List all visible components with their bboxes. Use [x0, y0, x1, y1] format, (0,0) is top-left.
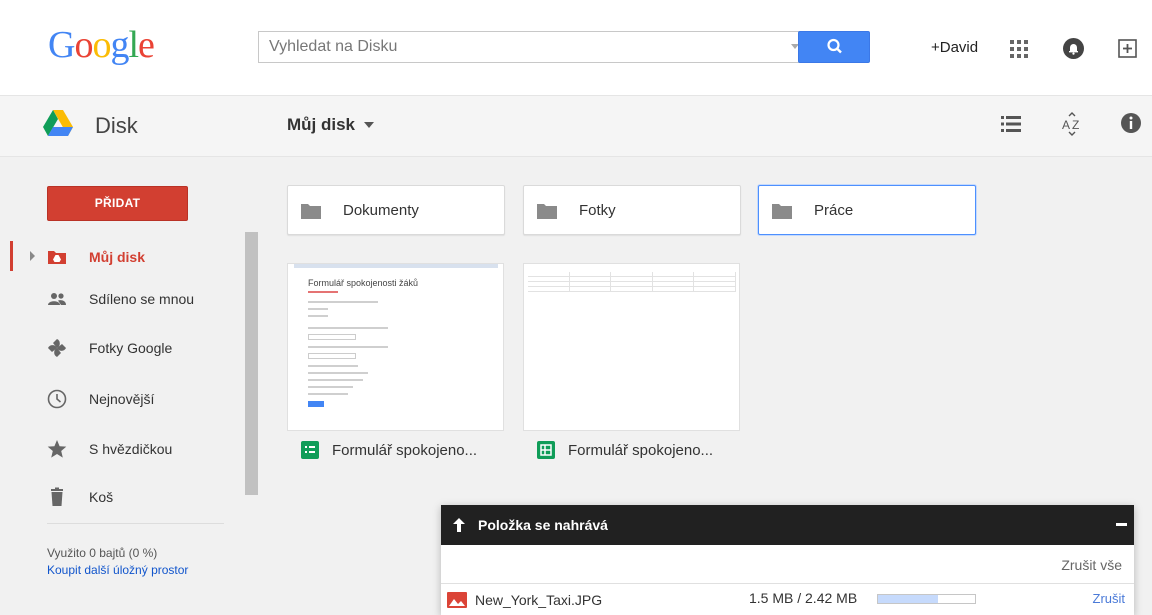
- sidebar-divider: [47, 523, 224, 524]
- sidebar-item-my-drive[interactable]: Můj disk: [0, 237, 245, 277]
- folder-icon: [537, 204, 557, 219]
- drive-toolbar: Disk Můj disk A Z: [0, 95, 1152, 157]
- cancel-all-button[interactable]: Zrušit vše: [1061, 557, 1122, 573]
- upload-title: Položka se nahrává: [478, 517, 608, 533]
- google-logo[interactable]: Google: [48, 23, 155, 67]
- folder-name: Fotky: [579, 202, 616, 219]
- drive-logo-icon[interactable]: [43, 110, 73, 137]
- sheets-icon: [537, 441, 555, 459]
- list-view-icon[interactable]: [1001, 116, 1021, 132]
- sidebar-item-label: Sdíleno se mnou: [89, 291, 195, 307]
- top-header: Google +David: [0, 0, 1152, 95]
- sidebar: PŘIDAT Můj disk Sdíleno se mnou Fotky Go…: [0, 157, 258, 615]
- share-icon[interactable]: [1118, 39, 1137, 58]
- sidebar-item-label: Můj disk: [89, 249, 146, 265]
- buy-storage-link[interactable]: Koupit další úložný prostor: [47, 563, 188, 577]
- folder-icon: [772, 204, 792, 219]
- logo-letter: o: [92, 24, 111, 66]
- folder-name: Práce: [814, 202, 854, 219]
- sidebar-item-recent[interactable]: Nejnovější: [0, 379, 245, 419]
- storage-usage: Využito 0 bajtů (0 %): [47, 546, 158, 560]
- folder-card[interactable]: Dokumenty: [287, 185, 505, 235]
- sidebar-item-label: Koš: [89, 489, 114, 505]
- folder-card[interactable]: Fotky: [523, 185, 741, 235]
- shared-icon: [48, 293, 66, 305]
- cancel-upload-button[interactable]: Zrušit: [1093, 591, 1126, 606]
- star-icon: [47, 440, 67, 458]
- upload-panel: Položka se nahrává Zrušit vše New_York_T…: [441, 505, 1134, 615]
- sidebar-item-photos[interactable]: Fotky Google: [0, 328, 245, 368]
- photos-icon: [48, 339, 66, 357]
- logo-letter: l: [128, 24, 139, 66]
- breadcrumb-my-drive[interactable]: Můj disk: [287, 115, 375, 135]
- file-label[interactable]: Formulář spokojeno...: [301, 438, 477, 462]
- search-input[interactable]: [259, 32, 779, 62]
- thumbnail-title: Formulář spokojenosti žáků: [308, 278, 419, 288]
- logo-letter: e: [138, 24, 155, 66]
- file-name: Formulář spokojeno...: [332, 441, 478, 459]
- upload-arrow-icon: [453, 518, 465, 532]
- logo-letter: G: [48, 24, 75, 66]
- folder-name: Dokumenty: [343, 202, 419, 219]
- file-label[interactable]: Formulář spokojeno...: [537, 438, 713, 462]
- search-button[interactable]: [798, 31, 870, 63]
- upload-file-size: 1.5 MB / 2.42 MB: [749, 590, 858, 606]
- search-box: [258, 31, 827, 63]
- file-thumbnail[interactable]: Formulář spokojenosti žáků: [287, 263, 504, 431]
- upload-progress-fill: [878, 595, 939, 603]
- sidebar-item-starred[interactable]: S hvězdičkou: [0, 429, 245, 469]
- logo-letter: o: [74, 24, 93, 66]
- info-icon[interactable]: [1120, 112, 1142, 134]
- my-drive-icon: [48, 251, 66, 264]
- upload-header[interactable]: Položka se nahrává: [441, 505, 1134, 545]
- sort-icon[interactable]: A Z: [1061, 112, 1083, 136]
- folder-icon: [301, 204, 321, 219]
- folder-card-selected[interactable]: Práce: [758, 185, 976, 235]
- app-title: Disk: [95, 113, 138, 138]
- file-thumbnail[interactable]: [523, 263, 740, 431]
- sidebar-item-label: S hvězdičkou: [89, 441, 173, 457]
- logo-letter: g: [110, 24, 129, 66]
- file-name: Formulář spokojeno...: [568, 441, 714, 459]
- upload-file-name: New_York_Taxi.JPG: [475, 592, 603, 608]
- forms-preview: Formulář spokojenosti žáků: [294, 264, 498, 428]
- upload-item: New_York_Taxi.JPG 1.5 MB / 2.42 MB Zruši…: [441, 585, 1134, 615]
- trash-icon: [51, 487, 63, 506]
- clock-icon: [47, 389, 67, 409]
- sheets-preview: [528, 272, 736, 300]
- notifications-icon[interactable]: [1063, 38, 1084, 59]
- search-icon: [827, 38, 842, 54]
- sidebar-item-shared[interactable]: Sdíleno se mnou: [0, 279, 245, 319]
- sidebar-item-label: Nejnovější: [89, 391, 155, 407]
- upload-progress-bar: [877, 594, 976, 604]
- add-button[interactable]: PŘIDAT: [47, 186, 188, 221]
- sidebar-item-trash[interactable]: Koš: [0, 477, 245, 517]
- image-file-icon: [447, 592, 467, 608]
- svg-text:Z: Z: [1072, 118, 1079, 132]
- sidebar-item-label: Fotky Google: [89, 340, 173, 356]
- user-name-link[interactable]: +David: [931, 39, 978, 56]
- minimize-icon[interactable]: [1116, 523, 1127, 526]
- upload-divider: [441, 583, 1134, 584]
- sidebar-scrollbar[interactable]: [245, 232, 258, 495]
- apps-icon[interactable]: [1010, 40, 1028, 58]
- forms-icon: [301, 441, 319, 459]
- chevron-down-icon: [364, 122, 375, 128]
- breadcrumb-label: Můj disk: [287, 115, 356, 134]
- svg-text:A: A: [1062, 118, 1070, 132]
